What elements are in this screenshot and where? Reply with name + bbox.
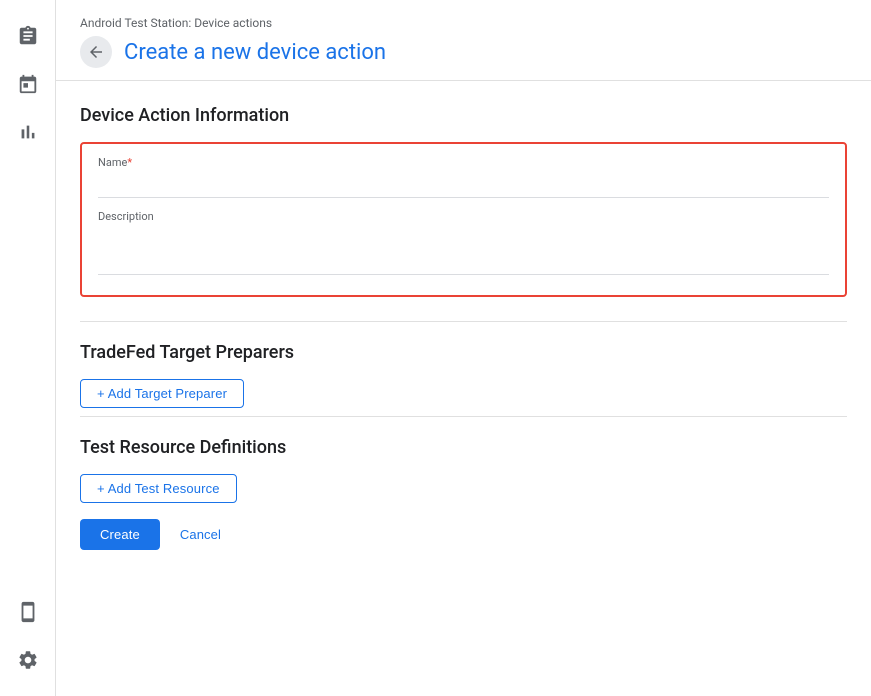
sidebar-icon-chart[interactable] <box>8 112 48 152</box>
add-test-resource-button[interactable]: + Add Test Resource <box>80 474 237 503</box>
device-action-info-title: Device Action Information <box>80 105 847 126</box>
add-target-preparer-button[interactable]: + Add Target Preparer <box>80 379 244 408</box>
back-button[interactable] <box>80 36 112 68</box>
name-field: Name* <box>98 156 829 198</box>
form-content: Device Action Information Name* Descript… <box>56 81 871 696</box>
device-action-form-card: Name* Description <box>80 142 847 297</box>
breadcrumb: Android Test Station: Device actions <box>80 16 847 30</box>
name-input[interactable] <box>98 173 829 198</box>
main-content: Android Test Station: Device actions Cre… <box>56 0 871 696</box>
device-action-info-section: Device Action Information Name* Descript… <box>80 105 847 297</box>
page-header: Android Test Station: Device actions Cre… <box>56 0 871 81</box>
section-divider-1 <box>80 321 847 322</box>
page-title: Create a new device action <box>124 40 386 65</box>
tradefed-section: TradeFed Target Preparers + Add Target P… <box>80 342 847 408</box>
tradefed-title: TradeFed Target Preparers <box>80 342 847 363</box>
name-label: Name* <box>98 156 829 169</box>
sidebar-icon-clipboard[interactable] <box>8 16 48 56</box>
description-input[interactable] <box>98 227 829 275</box>
form-actions: Create Cancel <box>80 519 847 550</box>
description-label: Description <box>98 210 829 223</box>
create-button[interactable]: Create <box>80 519 160 550</box>
sidebar <box>0 0 56 696</box>
sidebar-icon-device[interactable] <box>8 592 48 632</box>
description-field: Description <box>98 210 829 279</box>
sidebar-icon-calendar[interactable] <box>8 64 48 104</box>
sidebar-icon-settings[interactable] <box>8 640 48 680</box>
cancel-button[interactable]: Cancel <box>168 519 233 550</box>
test-resource-title: Test Resource Definitions <box>80 437 847 458</box>
section-divider-2 <box>80 416 847 417</box>
test-resource-section: Test Resource Definitions + Add Test Res… <box>80 437 847 503</box>
